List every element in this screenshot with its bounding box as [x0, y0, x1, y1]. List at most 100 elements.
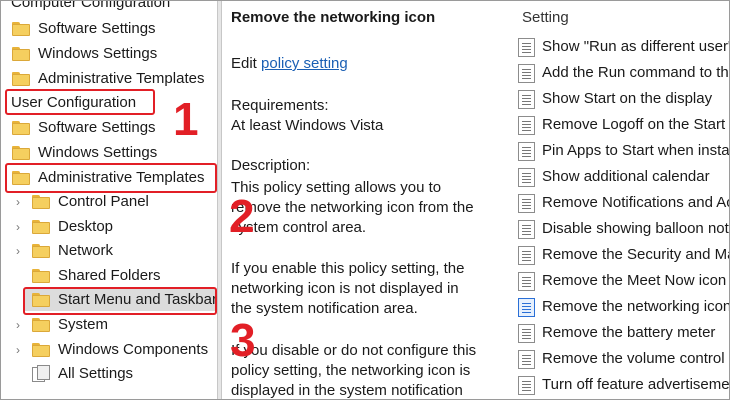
policy-setting-icon: [518, 219, 535, 239]
setting-row[interactable]: Show "Run as different user": [518, 35, 729, 59]
folder-icon: [31, 268, 51, 284]
tree-item-desktop[interactable]: › Desktop: [11, 216, 113, 238]
tree-item-user-software-settings[interactable]: Software Settings: [11, 117, 156, 139]
description-text-line: displayed in the system notification: [231, 382, 463, 399]
policy-setting-icon: [518, 141, 535, 161]
tree-item-system[interactable]: › System: [11, 314, 108, 336]
chevron-right-icon[interactable]: ›: [11, 195, 25, 209]
settings-list: Setting Show "Run as different user" Add…: [510, 1, 729, 399]
setting-label: Show Start on the display: [542, 90, 713, 107]
chevron-right-icon[interactable]: ›: [11, 220, 25, 234]
folder-icon: [31, 317, 51, 333]
setting-row-selected[interactable]: Remove the networking icon: [518, 295, 729, 319]
setting-label: Turn off feature advertisement: [542, 376, 729, 393]
tree-item-user-configuration[interactable]: User Configuration: [11, 92, 136, 114]
policy-setting-icon: [518, 271, 535, 291]
policy-setting-icon: [518, 375, 535, 395]
step-number-1: 1: [173, 93, 199, 145]
setting-row[interactable]: Show additional calendar: [518, 165, 710, 189]
setting-row[interactable]: Remove Logoff on the Start Menu: [518, 113, 729, 137]
folder-icon: [31, 342, 51, 358]
requirements-value: At least Windows Vista: [231, 117, 384, 134]
policy-setting-icon: [518, 37, 535, 57]
folder-icon: [31, 292, 51, 308]
group-policy-editor: Computer Configuration Software Settings…: [0, 0, 730, 400]
tree-item-label: User Configuration: [11, 94, 137, 111]
tree-item-computer-administrative-templates[interactable]: Administrative Templates: [11, 68, 204, 90]
setting-row[interactable]: Pin Apps to Start when installed: [518, 139, 729, 163]
tree-item-label: Administrative Templates: [38, 169, 205, 186]
tree-item-label: Software Settings: [38, 119, 156, 136]
policy-setting-icon: [518, 349, 535, 369]
tree-item-shared-folders[interactable]: Shared Folders: [31, 265, 161, 287]
chevron-right-icon[interactable]: ›: [11, 318, 25, 332]
setting-row[interactable]: Remove the Security and Maintenance icon: [518, 243, 729, 267]
policy-title: Remove the networking icon: [231, 9, 436, 26]
setting-row[interactable]: Show Start on the display: [518, 87, 712, 111]
setting-label: Disable showing balloon notifications: [542, 220, 729, 237]
tree-item-user-windows-settings[interactable]: Windows Settings: [11, 142, 157, 164]
tree-item-computer-windows-settings[interactable]: Windows Settings: [11, 43, 157, 65]
setting-label: Remove the Security and Maintenance icon: [542, 246, 729, 263]
folder-icon: [11, 21, 31, 37]
settings-list-icon: [31, 365, 51, 383]
policy-setting-icon: [518, 89, 535, 109]
setting-label: Show additional calendar: [542, 168, 710, 185]
folder-icon: [31, 194, 51, 210]
tree-item-user-administrative-templates[interactable]: Administrative Templates: [11, 167, 204, 189]
setting-row[interactable]: Turn off feature advertisement: [518, 373, 729, 397]
setting-row[interactable]: Remove the volume control icon: [518, 347, 729, 371]
tree-item-network[interactable]: › Network: [11, 240, 113, 262]
tree-item-label: Network: [58, 242, 114, 259]
policy-description-pane: Remove the networking icon Edit policy s…: [222, 1, 510, 399]
tree-item-control-panel[interactable]: › Control Panel: [11, 191, 149, 213]
setting-label: Show "Run as different user": [542, 38, 729, 55]
edit-prefix: Edit: [231, 55, 262, 72]
policy-setting-icon: [518, 167, 535, 187]
tree-item-label: Control Panel: [58, 193, 149, 210]
description-label: Description:: [231, 157, 311, 174]
column-header-setting[interactable]: Setting: [522, 9, 569, 26]
policy-setting-icon: [518, 245, 535, 265]
description-text-line: remove the networking icon from the: [231, 199, 474, 216]
description-text-line: networking icon is not displayed in: [231, 280, 459, 297]
setting-row[interactable]: Remove Notifications and Action Center: [518, 191, 729, 215]
edit-policy-line: Edit policy setting: [231, 54, 348, 74]
tree-item-label: Windows Settings: [38, 45, 158, 62]
edit-policy-link[interactable]: policy setting: [261, 55, 348, 72]
setting-row[interactable]: Add the Run command to the Start Menu: [518, 61, 729, 85]
tree-item-all-settings[interactable]: All Settings: [31, 363, 133, 385]
policy-setting-icon: [518, 193, 535, 213]
folder-icon: [11, 71, 31, 87]
description-text-line: This policy setting allows you to: [231, 179, 442, 196]
setting-label: Remove the Meet Now icon: [542, 272, 727, 289]
tree-item-windows-components[interactable]: › Windows Components: [11, 339, 208, 361]
setting-label: Remove the volume control icon: [542, 350, 729, 367]
setting-row[interactable]: Remove the battery meter: [518, 321, 715, 345]
chevron-right-icon[interactable]: ›: [11, 244, 25, 258]
tree-item-computer-software-settings[interactable]: Software Settings: [11, 18, 156, 40]
setting-row[interactable]: Disable showing balloon notifications: [518, 217, 729, 241]
tree-item-label: Shared Folders: [58, 267, 161, 284]
tree-item-label: All Settings: [58, 365, 134, 382]
chevron-right-icon[interactable]: ›: [11, 343, 25, 357]
setting-label: Pin Apps to Start when installed: [542, 142, 729, 159]
folder-icon: [11, 46, 31, 62]
setting-label: Remove the networking icon: [542, 298, 729, 315]
setting-row[interactable]: Remove the Meet Now icon: [518, 269, 726, 293]
folder-icon: [11, 170, 31, 186]
folder-icon: [11, 145, 31, 161]
description-text-line: If you disable or do not configure this: [231, 342, 477, 359]
navigation-tree: Computer Configuration Software Settings…: [1, 1, 217, 399]
description-text-line: policy setting, the networking icon is: [231, 362, 471, 379]
tree-item-label: System: [58, 316, 109, 333]
folder-icon: [31, 219, 51, 235]
tree-item-label: Administrative Templates: [38, 70, 205, 87]
tree-item-computer-configuration[interactable]: Computer Configuration: [11, 1, 170, 14]
setting-label: Remove Logoff on the Start Menu: [542, 116, 729, 133]
tree-item-label: Windows Settings: [38, 144, 158, 161]
tree-item-start-menu-and-taskbar[interactable]: Start Menu and Taskbar: [25, 289, 217, 311]
step-number-3: 3: [230, 314, 256, 366]
folder-icon: [11, 120, 31, 136]
tree-item-label: Windows Components: [58, 341, 209, 358]
